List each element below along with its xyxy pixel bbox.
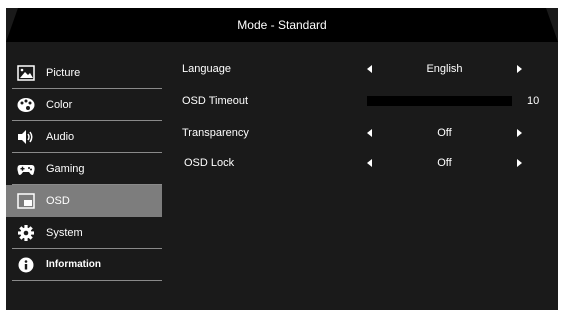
sidebar-item-label: Color [46, 99, 73, 111]
arrow-right-icon[interactable] [517, 65, 522, 73]
sidebar-item-system[interactable]: System [6, 217, 162, 249]
arrow-right-icon[interactable] [517, 129, 522, 137]
setting-row-osd-lock[interactable]: OSD Lock Off [182, 153, 552, 173]
setting-value: Off [437, 157, 452, 169]
sidebar-item-osd[interactable]: OSD [6, 185, 162, 217]
setting-label: Language [182, 63, 231, 75]
setting-label: OSD Lock [184, 157, 235, 169]
sidebar: Picture Color Audio Gaming OSD System In… [6, 57, 162, 281]
arrow-left-icon[interactable] [367, 65, 372, 73]
gamepad-icon [17, 161, 35, 177]
mode-title: Mode - Standard [237, 18, 327, 32]
timeout-slider[interactable] [367, 96, 512, 106]
sidebar-item-information[interactable]: Information [6, 249, 162, 281]
info-icon [17, 257, 35, 273]
picture-icon [17, 65, 35, 81]
arrow-left-icon[interactable] [367, 159, 372, 167]
sidebar-item-gaming[interactable]: Gaming [6, 153, 162, 185]
sidebar-item-label: Gaming [46, 163, 85, 175]
sidebar-item-label: OSD [46, 195, 70, 207]
speaker-icon [17, 129, 35, 145]
arrow-left-icon[interactable] [367, 129, 372, 137]
setting-row-osd-timeout[interactable]: OSD Timeout 10 [182, 91, 552, 111]
sidebar-item-label: Information [46, 259, 101, 270]
setting-label: OSD Timeout [182, 95, 249, 107]
setting-value: English [426, 63, 463, 75]
setting-value: Off [437, 127, 452, 139]
sidebar-item-color[interactable]: Color [6, 89, 162, 121]
arrow-right-icon[interactable] [517, 159, 522, 167]
slider-fill [367, 96, 382, 106]
osd-icon [17, 193, 35, 209]
gear-icon [17, 225, 35, 241]
slider-value: 10 [527, 95, 540, 107]
setting-row-language[interactable]: Language English [182, 59, 552, 79]
header-bar: Mode - Standard [6, 8, 558, 42]
sidebar-item-label: Audio [46, 131, 75, 143]
setting-row-transparency[interactable]: Transparency Off [182, 123, 552, 143]
sidebar-item-audio[interactable]: Audio [6, 121, 162, 153]
osd-menu: Mode - Standard Picture Color Audio Gami… [6, 8, 558, 310]
setting-label: Transparency [182, 127, 249, 139]
sidebar-item-label: Picture [46, 67, 81, 79]
divider [12, 280, 162, 281]
sidebar-item-picture[interactable]: Picture [6, 57, 162, 89]
sidebar-item-label: System [46, 227, 83, 239]
palette-icon [17, 97, 35, 113]
